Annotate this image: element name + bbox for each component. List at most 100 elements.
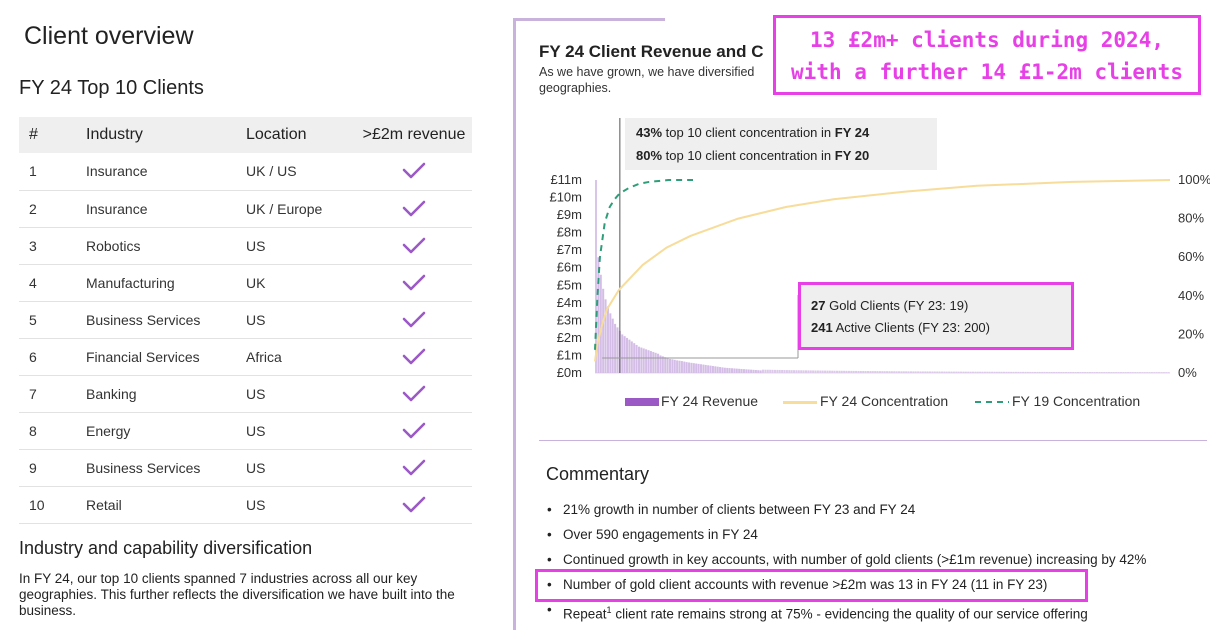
revenue-bar (1050, 371, 1053, 373)
y-right-tick-label: 80% (1178, 211, 1204, 226)
revenue-bar (680, 361, 683, 373)
header-location: Location (246, 117, 356, 153)
revenue-bar (852, 370, 855, 373)
revenue-bar (1017, 371, 1020, 373)
cell-industry: Retail (86, 486, 246, 524)
y-left-tick-label: £3m (557, 312, 582, 327)
revenue-bar (1098, 372, 1101, 373)
top-clients-table: # Industry Location >£2m revenue 1 Insura… (19, 117, 472, 524)
revenue-bar (914, 371, 917, 373)
revenue-bar (738, 368, 741, 373)
revenue-bar (676, 360, 679, 373)
revenue-bar (1141, 372, 1144, 373)
revenue-bar (616, 327, 619, 373)
revenue-bar (630, 341, 633, 373)
revenue-bar (1055, 371, 1058, 373)
cell-industry: Banking (86, 375, 246, 413)
cell-location: US (246, 375, 356, 413)
revenue-bar (652, 351, 655, 373)
active-clients-line: 241 Active Clients (FY 23: 200) (811, 320, 990, 335)
cell-location: US (246, 412, 356, 450)
y-left-tick-label: £7m (557, 242, 582, 257)
concentration-line-fy20: 80% top 10 client concentration in FY 20 (636, 148, 870, 163)
revenue-bar (1002, 371, 1006, 373)
legend-fy19-concentration: FY 19 Concentration (973, 393, 1140, 409)
revenue-bar (766, 369, 769, 373)
revenue-bar (685, 362, 688, 373)
section-divider (539, 440, 1207, 441)
cell-revenue-check (356, 227, 472, 265)
revenue-bar (890, 371, 893, 373)
revenue-bar (940, 371, 943, 373)
checkmark-icon (402, 274, 426, 290)
revenue-bar (919, 371, 922, 373)
revenue-bar (802, 370, 805, 373)
revenue-bar (831, 370, 834, 373)
cell-industry: Business Services (86, 449, 246, 487)
revenue-bar (933, 371, 936, 373)
cell-industry: Manufacturing (86, 264, 246, 302)
checkmark-icon (402, 200, 426, 216)
revenue-bar (843, 370, 846, 373)
revenue-bar (929, 371, 932, 373)
y-left-tick-label: £2m (557, 330, 582, 345)
cell-rank: 7 (19, 375, 86, 413)
table-row: 9 Business Services US (19, 449, 472, 487)
revenue-bar (645, 349, 648, 373)
revenue-bar (1019, 371, 1022, 373)
revenue-bar (1084, 372, 1087, 373)
table-body: 1 Insurance UK / US 2 Insurance UK / Europe 3 R… (19, 153, 472, 524)
commentary-list: • 21% growth in number of clients between… (545, 500, 1215, 625)
revenue-bar (991, 371, 994, 373)
revenue-bar (709, 365, 712, 373)
revenue-bar (649, 351, 652, 373)
revenue-bar (1155, 372, 1158, 373)
revenue-bar (1041, 371, 1044, 373)
y-left-tick-label: £1m (557, 347, 582, 362)
revenue-bar (969, 371, 972, 373)
cell-location: US (246, 301, 356, 339)
revenue-bar (909, 371, 912, 373)
revenue-bar (721, 367, 724, 373)
y-left-tick-label: £10m (549, 190, 582, 205)
revenue-bar (828, 370, 831, 373)
revenue-bar (1138, 372, 1142, 373)
revenue-bar (697, 363, 700, 373)
page-title: Client overview (24, 22, 194, 50)
revenue-bar (626, 337, 629, 373)
revenue-bar (1036, 371, 1039, 373)
revenue-bar (1022, 371, 1025, 373)
cell-industry: Insurance (86, 153, 246, 191)
gold-clients-line: 27 Gold Clients (FY 23: 19) (811, 298, 969, 313)
revenue-bar (952, 371, 955, 373)
revenue-bar (1143, 372, 1146, 373)
table-header-row: # Industry Location >£2m revenue (19, 117, 472, 153)
revenue-bar (606, 306, 609, 373)
revenue-bar (602, 288, 605, 373)
revenue-bar (1103, 372, 1106, 373)
revenue-bar (1081, 372, 1084, 373)
revenue-bar (845, 370, 848, 373)
cell-location: US (246, 227, 356, 265)
y-left-tick-label: £0m (557, 365, 582, 380)
revenue-bar (1146, 372, 1149, 373)
highlight-box (535, 569, 1088, 602)
revenue-bar (1045, 371, 1048, 373)
revenue-bar (967, 371, 970, 373)
client-overview-panel: Client overview FY 24 Top 10 Clients # I… (0, 0, 490, 630)
revenue-bar (835, 370, 839, 373)
revenue-bar (762, 369, 765, 373)
revenue-bar (1167, 372, 1170, 373)
y-right-tick-label: 20% (1178, 326, 1204, 341)
cell-revenue-check (356, 153, 472, 191)
cell-revenue-check (356, 338, 472, 376)
revenue-bar (1119, 372, 1122, 373)
revenue-bar (614, 323, 617, 373)
table-row: 7 Banking US (19, 375, 472, 413)
revenue-bar (664, 357, 667, 373)
revenue-bar (795, 370, 798, 373)
y-left-tick-label: £11m (550, 172, 582, 187)
revenue-bar (893, 371, 896, 373)
revenue-bar (826, 370, 829, 373)
revenue-bar (976, 371, 979, 373)
